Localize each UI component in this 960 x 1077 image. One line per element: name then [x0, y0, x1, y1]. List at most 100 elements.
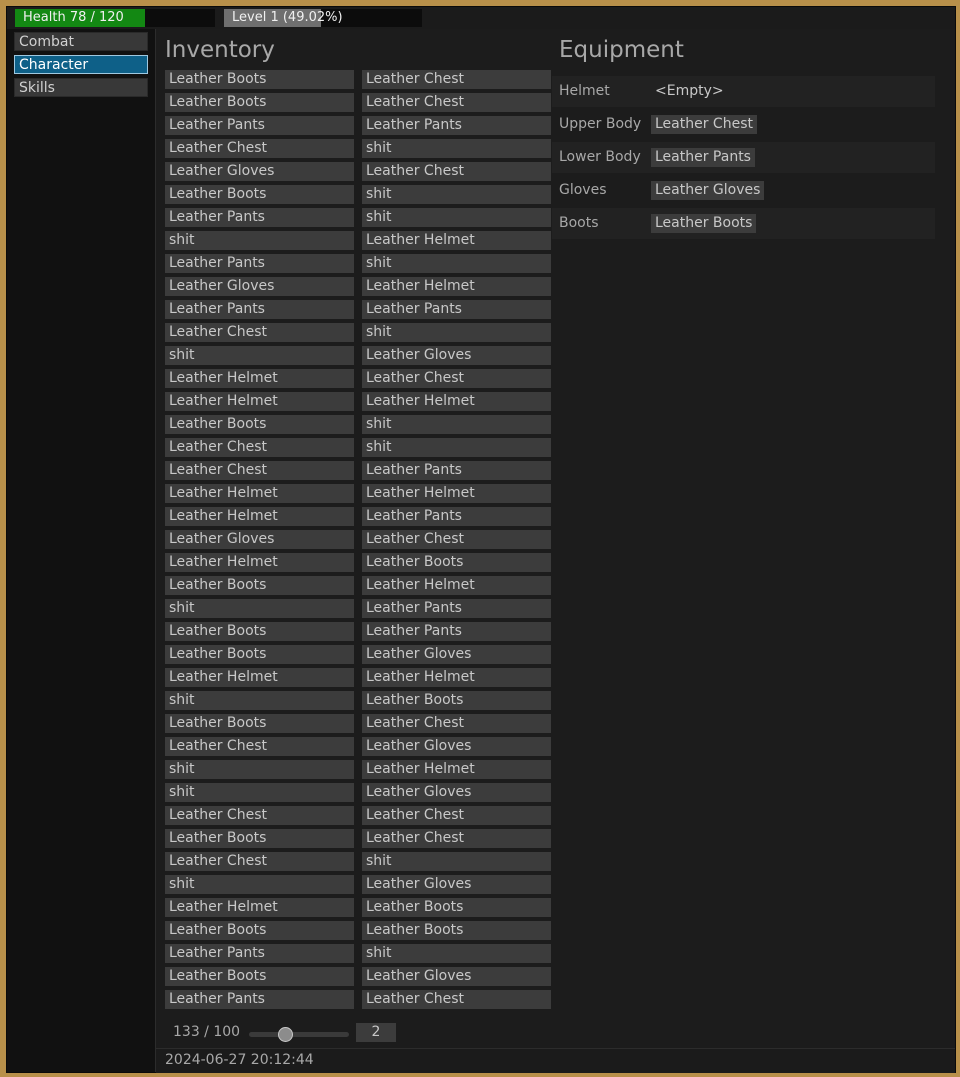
- inventory-item-button[interactable]: Leather Gloves: [362, 875, 551, 894]
- inventory-item-button[interactable]: shit: [165, 231, 354, 250]
- page-number-input[interactable]: 2: [356, 1023, 396, 1042]
- inventory-item-button[interactable]: Leather Boots: [165, 645, 354, 664]
- inventory-item-button[interactable]: shit: [165, 346, 354, 365]
- inventory-item-button[interactable]: Leather Helmet: [165, 369, 354, 388]
- equipment-slot-gloves: Gloves Leather Gloves: [552, 175, 935, 206]
- inventory-item-button[interactable]: Leather Boots: [165, 415, 354, 434]
- inventory-item-button[interactable]: Leather Chest: [362, 990, 551, 1009]
- inventory-item-button[interactable]: shit: [165, 691, 354, 710]
- inventory-item-button[interactable]: Leather Chest: [165, 139, 354, 158]
- tab-character[interactable]: Character: [14, 55, 148, 74]
- equipment-slot-boots: Boots Leather Boots: [552, 208, 935, 239]
- sidebar: Combat Character Skills: [7, 29, 156, 1072]
- inventory-item-button[interactable]: Leather Chest: [165, 737, 354, 756]
- inventory-item-button[interactable]: shit: [165, 760, 354, 779]
- inventory-item-button[interactable]: Leather Pants: [362, 116, 551, 135]
- inventory-pager: 133 / 100 2: [156, 1017, 556, 1047]
- tab-combat[interactable]: Combat: [14, 32, 148, 51]
- inventory-item-button[interactable]: Leather Helmet: [362, 576, 551, 595]
- page-slider[interactable]: [249, 1027, 349, 1042]
- inventory-item-button[interactable]: shit: [165, 599, 354, 618]
- inventory-item-button[interactable]: Leather Chest: [362, 162, 551, 181]
- inventory-item-button[interactable]: Leather Pants: [165, 116, 354, 135]
- tab-skills[interactable]: Skills: [14, 78, 148, 97]
- inventory-item-button[interactable]: shit: [362, 185, 551, 204]
- inventory-item-button[interactable]: Leather Pants: [362, 622, 551, 641]
- equipped-item-button[interactable]: Leather Pants: [651, 148, 755, 167]
- inventory-item-button[interactable]: shit: [362, 415, 551, 434]
- inventory-item-button[interactable]: Leather Gloves: [165, 277, 354, 296]
- inventory-item-button[interactable]: Leather Gloves: [165, 530, 354, 549]
- inventory-item-button[interactable]: shit: [362, 254, 551, 273]
- inventory-item-button[interactable]: Leather Chest: [165, 852, 354, 871]
- inventory-item-button[interactable]: shit: [362, 944, 551, 963]
- inventory-item-button[interactable]: shit: [362, 208, 551, 227]
- inventory-item-button[interactable]: Leather Boots: [165, 967, 354, 986]
- inventory-item-button[interactable]: Leather Chest: [165, 323, 354, 342]
- inventory-item-button[interactable]: Leather Helmet: [362, 760, 551, 779]
- inventory-item-button[interactable]: Leather Pants: [165, 990, 354, 1009]
- inventory-item-button[interactable]: Leather Helmet: [165, 507, 354, 526]
- equipped-item-button[interactable]: Leather Boots: [651, 214, 757, 233]
- inventory-item-button[interactable]: Leather Pants: [165, 944, 354, 963]
- character-panel: Inventory Leather Boots Leather Boots Leat…: [156, 29, 955, 1048]
- inventory-item-button[interactable]: Leather Chest: [362, 369, 551, 388]
- inventory-title: Inventory: [165, 37, 275, 63]
- inventory-item-button[interactable]: Leather Chest: [362, 714, 551, 733]
- inventory-item-button[interactable]: Leather Chest: [362, 530, 551, 549]
- inventory-item-button[interactable]: Leather Chest: [362, 806, 551, 825]
- inventory-item-button[interactable]: Leather Helmet: [362, 484, 551, 503]
- inventory-item-button[interactable]: Leather Pants: [165, 254, 354, 273]
- inventory-item-button[interactable]: shit: [362, 323, 551, 342]
- inventory-item-button[interactable]: Leather Helmet: [165, 553, 354, 572]
- inventory-item-button[interactable]: Leather Boots: [165, 93, 354, 112]
- inventory-item-button[interactable]: Leather Pants: [165, 208, 354, 227]
- inventory-item-button[interactable]: Leather Gloves: [362, 967, 551, 986]
- equipment-slot-label: Helmet: [559, 83, 610, 99]
- inventory-item-button[interactable]: Leather Boots: [362, 921, 551, 940]
- inventory-item-button[interactable]: Leather Chest: [165, 806, 354, 825]
- inventory-item-button[interactable]: Leather Pants: [165, 300, 354, 319]
- inventory-item-button[interactable]: Leather Chest: [165, 461, 354, 480]
- inventory-item-button[interactable]: Leather Gloves: [362, 783, 551, 802]
- inventory-item-button[interactable]: Leather Helmet: [165, 484, 354, 503]
- inventory-item-button[interactable]: Leather Boots: [165, 921, 354, 940]
- inventory-item-button[interactable]: Leather Boots: [165, 185, 354, 204]
- inventory-item-button[interactable]: Leather Pants: [362, 300, 551, 319]
- inventory-item-button[interactable]: Leather Helmet: [165, 898, 354, 917]
- inventory-item-button[interactable]: Leather Pants: [362, 461, 551, 480]
- equipped-item-button[interactable]: Leather Chest: [651, 115, 757, 134]
- inventory-item-button[interactable]: Leather Helmet: [362, 668, 551, 687]
- inventory-item-button[interactable]: shit: [165, 783, 354, 802]
- inventory-item-button[interactable]: Leather Chest: [165, 438, 354, 457]
- inventory-item-button[interactable]: Leather Helmet: [165, 668, 354, 687]
- equipment-slot-helmet: Helmet <Empty>: [552, 76, 935, 107]
- inventory-item-button[interactable]: Leather Gloves: [362, 346, 551, 365]
- inventory-item-button[interactable]: Leather Pants: [362, 599, 551, 618]
- inventory-item-button[interactable]: Leather Boots: [362, 691, 551, 710]
- inventory-item-button[interactable]: Leather Gloves: [362, 737, 551, 756]
- inventory-item-button[interactable]: Leather Boots: [362, 898, 551, 917]
- inventory-item-button[interactable]: Leather Helmet: [362, 392, 551, 411]
- inventory-item-button[interactable]: Leather Helmet: [362, 231, 551, 250]
- equipped-item-button[interactable]: Leather Gloves: [651, 181, 765, 200]
- inventory-item-button[interactable]: Leather Boots: [165, 829, 354, 848]
- inventory-item-button[interactable]: Leather Gloves: [165, 162, 354, 181]
- inventory-item-button[interactable]: shit: [362, 438, 551, 457]
- inventory-item-button[interactable]: Leather Boots: [165, 70, 354, 89]
- inventory-item-button[interactable]: Leather Pants: [362, 507, 551, 526]
- page-slider-thumb[interactable]: [278, 1027, 293, 1042]
- inventory-item-button[interactable]: Leather Boots: [165, 622, 354, 641]
- inventory-item-button[interactable]: shit: [362, 139, 551, 158]
- inventory-item-button[interactable]: shit: [165, 875, 354, 894]
- inventory-item-button[interactable]: Leather Boots: [165, 576, 354, 595]
- inventory-item-button[interactable]: Leather Chest: [362, 93, 551, 112]
- inventory-item-button[interactable]: Leather Chest: [362, 70, 551, 89]
- inventory-item-button[interactable]: Leather Boots: [165, 714, 354, 733]
- inventory-item-button[interactable]: Leather Chest: [362, 829, 551, 848]
- inventory-item-button[interactable]: shit: [362, 852, 551, 871]
- inventory-item-button[interactable]: Leather Boots: [362, 553, 551, 572]
- inventory-item-button[interactable]: Leather Gloves: [362, 645, 551, 664]
- inventory-item-button[interactable]: Leather Helmet: [362, 277, 551, 296]
- inventory-item-button[interactable]: Leather Helmet: [165, 392, 354, 411]
